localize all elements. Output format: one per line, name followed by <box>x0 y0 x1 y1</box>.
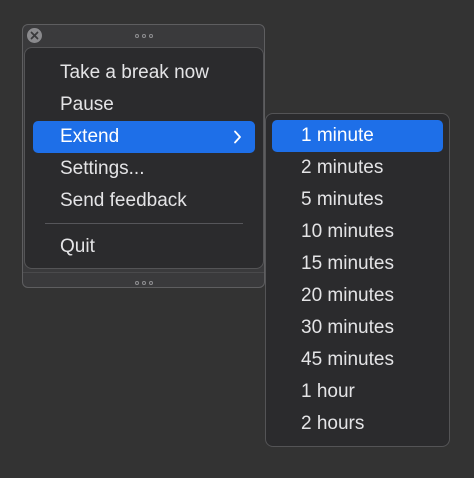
submenu-item-label: 5 minutes <box>301 189 384 210</box>
close-button[interactable] <box>27 28 42 43</box>
menu-item-label: Pause <box>60 94 114 115</box>
resize-handle-icon[interactable] <box>134 281 153 285</box>
submenu-item-15-minutes[interactable]: 15 minutes <box>272 248 443 280</box>
submenu-item-label: 30 minutes <box>301 317 394 338</box>
submenu-item-10-minutes[interactable]: 10 minutes <box>272 216 443 248</box>
submenu-item-2-minutes[interactable]: 2 minutes <box>272 152 443 184</box>
submenu-item-label: 2 minutes <box>301 157 384 178</box>
menu-item-label: Settings... <box>60 158 145 179</box>
submenu-item-2-hours[interactable]: 2 hours <box>272 408 443 440</box>
menu-item-extend[interactable]: Extend <box>33 121 255 153</box>
submenu-item-label: 20 minutes <box>301 285 394 306</box>
submenu-item-30-minutes[interactable]: 30 minutes <box>272 312 443 344</box>
submenu-item-5-minutes[interactable]: 5 minutes <box>272 184 443 216</box>
submenu-item-1-hour[interactable]: 1 hour <box>272 376 443 408</box>
chevron-right-icon <box>234 130 241 144</box>
submenu-item-45-minutes[interactable]: 45 minutes <box>272 344 443 376</box>
menu-separator <box>45 223 243 224</box>
menu-item-take-a-break-now[interactable]: Take a break now <box>33 57 255 89</box>
menu-item-label: Extend <box>60 126 120 147</box>
submenu-item-label: 1 hour <box>301 381 355 402</box>
divider <box>23 272 264 273</box>
menu-item-label: Send feedback <box>60 190 187 211</box>
titlebar[interactable] <box>23 25 264 47</box>
extend-submenu: 1 minute 2 minutes 5 minutes 10 minutes … <box>265 113 450 447</box>
submenu-item-1-minute[interactable]: 1 minute <box>272 120 443 152</box>
menu-item-settings[interactable]: Settings... <box>33 153 255 185</box>
menu-item-quit[interactable]: Quit <box>33 231 255 263</box>
menu-item-label: Quit <box>60 236 95 257</box>
menu-item-pause[interactable]: Pause <box>33 89 255 121</box>
submenu-item-20-minutes[interactable]: 20 minutes <box>272 280 443 312</box>
submenu-item-label: 15 minutes <box>301 253 394 274</box>
menu-item-label: Take a break now <box>60 62 209 83</box>
context-menu: Take a break now Pause Extend Settings..… <box>24 47 264 269</box>
close-icon <box>30 31 39 40</box>
submenu-item-label: 45 minutes <box>301 349 394 370</box>
drag-handle-icon[interactable] <box>134 34 153 38</box>
menu-item-send-feedback[interactable]: Send feedback <box>33 185 255 217</box>
submenu-item-label: 1 minute <box>301 125 374 146</box>
submenu-item-label: 10 minutes <box>301 221 394 242</box>
submenu-item-label: 2 hours <box>301 413 365 434</box>
